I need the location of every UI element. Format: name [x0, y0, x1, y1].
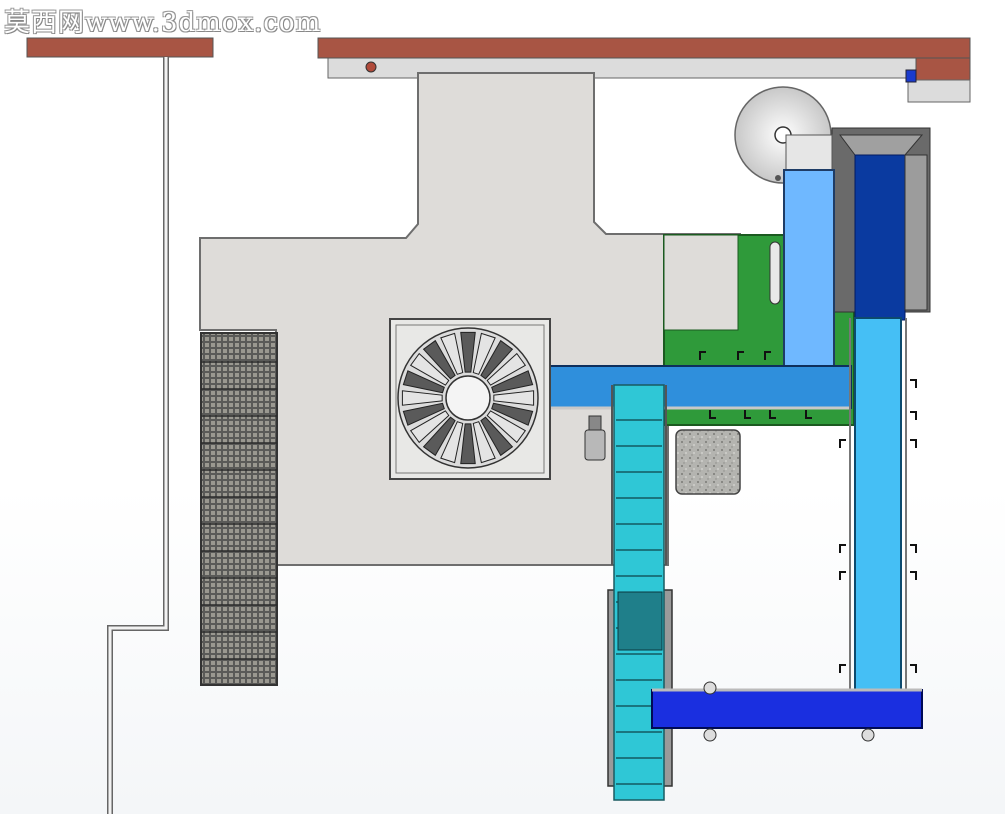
watermark: 莫西网www.3dmox.com — [4, 8, 322, 38]
top-wall-beam — [317, 37, 971, 103]
combination-weigher — [389, 318, 551, 480]
mesh-platform — [200, 332, 278, 686]
incline-bucket-conveyor — [607, 384, 673, 801]
hopper-housing — [831, 127, 931, 321]
return-conveyor — [651, 681, 923, 742]
left-wall-beam — [26, 37, 214, 814]
vertical-feed-conveyor — [783, 134, 835, 376]
granite-block — [675, 429, 741, 495]
cad-layout-drawing — [26, 37, 971, 814]
